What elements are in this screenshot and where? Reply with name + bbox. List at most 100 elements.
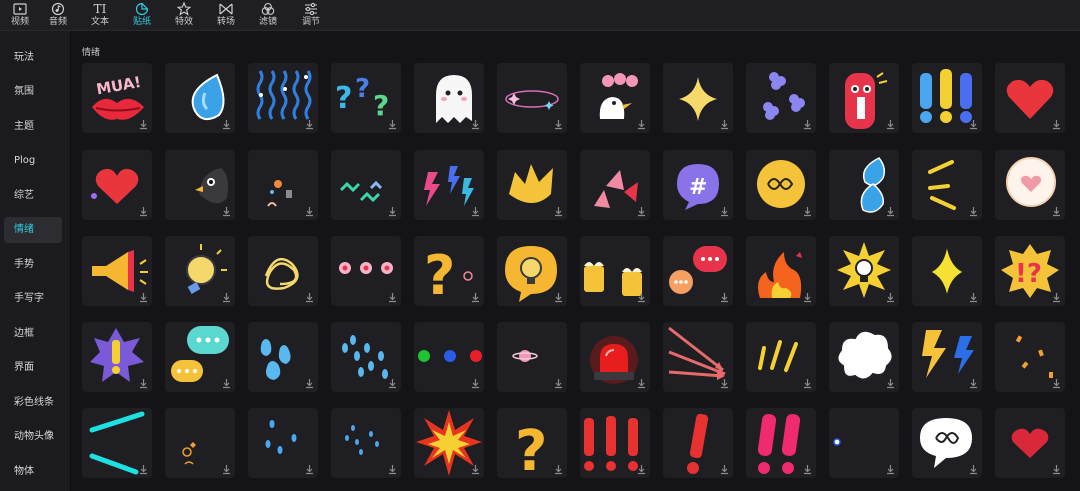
sticker-blue-drops[interactable] bbox=[829, 150, 899, 220]
sticker-lightning-bolts[interactable] bbox=[414, 150, 484, 220]
download-icon[interactable] bbox=[221, 292, 232, 303]
sticker-water-drop[interactable] bbox=[165, 63, 235, 133]
download-icon[interactable] bbox=[719, 119, 730, 130]
download-icon[interactable] bbox=[636, 206, 647, 217]
download-icon[interactable] bbox=[304, 206, 315, 217]
download-icon[interactable] bbox=[636, 119, 647, 130]
sidebar-item-interface[interactable]: 界面 bbox=[4, 355, 62, 381]
sticker-orange-confetti[interactable] bbox=[995, 322, 1065, 392]
download-icon[interactable] bbox=[221, 378, 232, 389]
sticker-red-exclamations[interactable] bbox=[580, 408, 650, 478]
sticker-red-alarm[interactable] bbox=[580, 322, 650, 392]
download-icon[interactable] bbox=[304, 119, 315, 130]
sticker-sparkle-ring[interactable] bbox=[497, 63, 567, 133]
download-icon[interactable] bbox=[470, 206, 481, 217]
sticker-lips-mua[interactable]: MUA! bbox=[82, 63, 152, 133]
tab-effects[interactable]: 特效 bbox=[164, 0, 204, 30]
download-icon[interactable] bbox=[636, 464, 647, 475]
sticker-angle-lines[interactable] bbox=[912, 150, 982, 220]
download-icon[interactable] bbox=[553, 292, 564, 303]
download-icon[interactable] bbox=[719, 206, 730, 217]
download-icon[interactable] bbox=[885, 206, 896, 217]
download-icon[interactable] bbox=[968, 119, 979, 130]
sticker-question-yellow[interactable]: ? bbox=[497, 408, 567, 478]
sidebar-item-wanfa[interactable]: 玩法 bbox=[4, 45, 62, 71]
download-icon[interactable] bbox=[304, 378, 315, 389]
sidebar-item-variety[interactable]: 综艺 bbox=[4, 183, 62, 209]
sticker-scribble-ball[interactable] bbox=[248, 236, 318, 306]
sidebar-item-gesture[interactable]: 手势 bbox=[4, 252, 62, 278]
download-icon[interactable] bbox=[387, 378, 398, 389]
sticker-dots-bubbles[interactable] bbox=[165, 322, 235, 392]
download-icon[interactable] bbox=[470, 119, 481, 130]
sticker-bulb-bubble[interactable] bbox=[497, 236, 567, 306]
sticker-burst-yellow[interactable] bbox=[497, 150, 567, 220]
sticker-heart[interactable] bbox=[995, 63, 1065, 133]
sticker-pink-shards[interactable] bbox=[580, 150, 650, 220]
sticker-pink-dots[interactable] bbox=[331, 236, 401, 306]
sticker-pink-planet[interactable] bbox=[497, 322, 567, 392]
download-icon[interactable] bbox=[885, 119, 896, 130]
sticker-blue-drops-many[interactable] bbox=[331, 322, 401, 392]
sidebar-item-objects[interactable]: 物体 bbox=[4, 459, 62, 485]
tab-sticker[interactable]: 贴纸 bbox=[122, 0, 162, 30]
download-icon[interactable] bbox=[470, 378, 481, 389]
sticker-megaphone[interactable] bbox=[82, 236, 152, 306]
sticker-question-orange[interactable]: ? bbox=[414, 236, 484, 306]
download-icon[interactable] bbox=[304, 292, 315, 303]
download-icon[interactable] bbox=[138, 292, 149, 303]
sticker-single-exclamation[interactable] bbox=[663, 408, 733, 478]
download-icon[interactable] bbox=[387, 119, 398, 130]
sticker-question-marks[interactable]: ??? bbox=[331, 63, 401, 133]
download-icon[interactable] bbox=[968, 206, 979, 217]
sticker-explosion[interactable] bbox=[414, 408, 484, 478]
download-icon[interactable] bbox=[719, 292, 730, 303]
download-icon[interactable] bbox=[636, 292, 647, 303]
download-icon[interactable] bbox=[387, 292, 398, 303]
download-icon[interactable] bbox=[968, 464, 979, 475]
tab-adjust[interactable]: 调节 bbox=[291, 0, 331, 30]
sticker-heart-small[interactable] bbox=[995, 408, 1065, 478]
sticker-hash-bubble[interactable]: # bbox=[663, 150, 733, 220]
sticker-beer-mugs[interactable] bbox=[580, 236, 650, 306]
download-icon[interactable] bbox=[1051, 292, 1062, 303]
tab-video[interactable]: 视频 bbox=[0, 0, 40, 30]
download-icon[interactable] bbox=[221, 119, 232, 130]
sticker-orange-doodles[interactable] bbox=[165, 408, 235, 478]
download-icon[interactable] bbox=[387, 464, 398, 475]
sidebar-item-color-lines[interactable]: 彩色线条 bbox=[4, 390, 62, 416]
download-icon[interactable] bbox=[968, 378, 979, 389]
sticker-four-point-star[interactable] bbox=[663, 63, 733, 133]
sticker-white-dot[interactable] bbox=[829, 408, 899, 478]
sticker-scribble-bubble[interactable] bbox=[746, 150, 816, 220]
download-icon[interactable] bbox=[553, 378, 564, 389]
download-icon[interactable] bbox=[553, 119, 564, 130]
download-icon[interactable] bbox=[387, 206, 398, 217]
sticker-duck-eee[interactable] bbox=[580, 63, 650, 133]
tab-audio[interactable]: 音频 bbox=[38, 0, 78, 30]
sidebar-item-emotion[interactable]: 情绪 bbox=[4, 217, 62, 243]
download-icon[interactable] bbox=[802, 119, 813, 130]
download-icon[interactable] bbox=[802, 206, 813, 217]
sticker-light-bulb[interactable] bbox=[165, 236, 235, 306]
download-icon[interactable] bbox=[885, 378, 896, 389]
download-icon[interactable] bbox=[138, 464, 149, 475]
download-icon[interactable] bbox=[138, 206, 149, 217]
sticker-wavy-lines[interactable] bbox=[248, 63, 318, 133]
sticker-small-doodles[interactable] bbox=[248, 150, 318, 220]
download-icon[interactable] bbox=[221, 206, 232, 217]
download-icon[interactable] bbox=[553, 206, 564, 217]
download-icon[interactable] bbox=[1051, 206, 1062, 217]
download-icon[interactable] bbox=[470, 464, 481, 475]
download-icon[interactable] bbox=[885, 292, 896, 303]
sticker-chat-bubbles[interactable] bbox=[663, 236, 733, 306]
sticker-red-tag-face[interactable] bbox=[829, 63, 899, 133]
tab-filter[interactable]: 滤镜 bbox=[248, 0, 288, 30]
sticker-ghost[interactable] bbox=[414, 63, 484, 133]
download-icon[interactable] bbox=[968, 292, 979, 303]
download-icon[interactable] bbox=[221, 464, 232, 475]
sticker-yellow-star[interactable] bbox=[912, 236, 982, 306]
sticker-exclamation-burst[interactable] bbox=[82, 322, 152, 392]
sticker-yellow-lines[interactable] bbox=[746, 322, 816, 392]
sticker-blue-drops-three[interactable] bbox=[248, 322, 318, 392]
